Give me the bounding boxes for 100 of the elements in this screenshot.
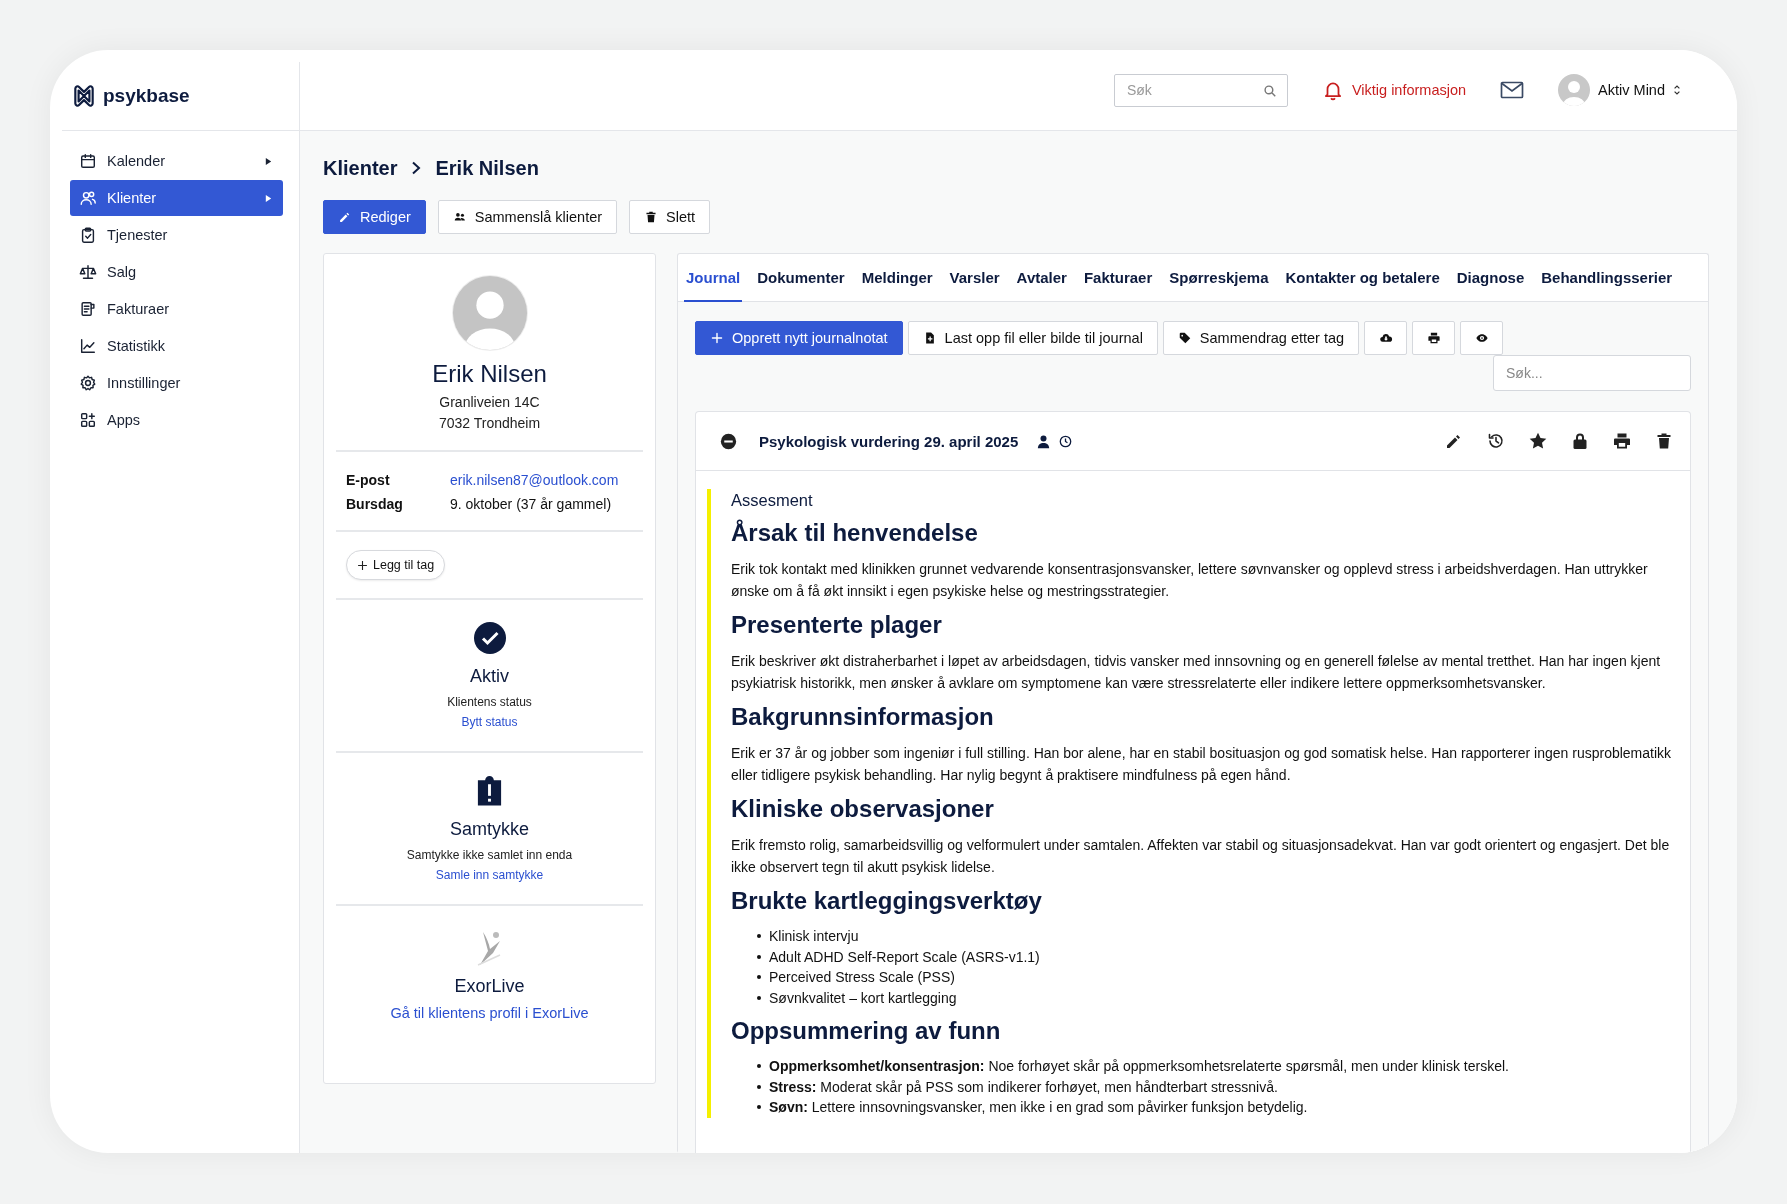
- user-menu[interactable]: Aktiv Mind: [1558, 74, 1681, 106]
- toolbar-button[interactable]: Sammendrag etter tag: [1162, 321, 1360, 355]
- tab[interactable]: Varsler: [947, 254, 1002, 302]
- invoice-icon: [79, 300, 97, 318]
- calendar-icon: [79, 152, 97, 170]
- tab[interactable]: Dokumenter: [755, 254, 847, 302]
- paragraph: Erik fremsto rolig, samarbeidsvillig og velformulert under samtalen. Affekten var stabil og situasjonsadekvat. Han var godt orientert og engasjert. Det ble ikke observert tegn til akutt psykisk lidelse.: [731, 836, 1671, 877]
- sidebar-item[interactable]: Apps: [70, 402, 283, 438]
- address-line: 7032 Trondheim: [438, 414, 541, 433]
- list-item: Adult ADHD Self-Report Scale (ASRS-v1.1): [769, 947, 1040, 967]
- sidebar-item[interactable]: Fakturaer: [70, 291, 283, 327]
- section-heading: Oppsummering av funn: [731, 1016, 1002, 1046]
- collapse-icon[interactable]: [720, 432, 737, 450]
- users-icon: [452, 210, 467, 224]
- clipboard-icon: [79, 226, 97, 244]
- action-button[interactable]: Slett: [629, 200, 711, 234]
- client-name: Erik Nilsen: [432, 360, 547, 388]
- search-icon: [1262, 83, 1277, 98]
- apps-icon: [79, 411, 97, 429]
- chevron-right-icon: [411, 161, 422, 175]
- print-button[interactable]: [1412, 321, 1456, 355]
- section-title: Aktiv: [470, 666, 509, 687]
- detail-label: Bursdag: [346, 496, 404, 512]
- section-link[interactable]: Samle inn samtykke: [435, 868, 544, 882]
- tab[interactable]: Spørreskjema: [1167, 254, 1271, 302]
- logo-icon: [71, 83, 97, 109]
- sidebar-item[interactable]: Innstillinger: [70, 365, 283, 401]
- print-icon: [1426, 331, 1441, 345]
- section-heading: Kliniske observasjoner: [731, 794, 995, 824]
- section-heading: Bakgrunnsinformasjon: [731, 702, 995, 732]
- list-item: Klinisk intervju: [769, 927, 859, 946]
- add-tag-button[interactable]: Legg til tag: [346, 550, 446, 580]
- logo-text[interactable]: psykbase: [103, 85, 190, 107]
- tab[interactable]: Behandlingsserier: [1539, 254, 1675, 302]
- check-circle-icon: [473, 622, 506, 654]
- star-icon[interactable]: [1528, 431, 1548, 451]
- eye-icon: [1474, 331, 1489, 345]
- clock-icon: [1059, 434, 1073, 448]
- breadcrumb-link[interactable]: Klienter: [323, 156, 398, 180]
- plus-icon: [710, 331, 724, 345]
- clipboard-alert-icon: [475, 775, 504, 807]
- breadcrumb-link[interactable]: Erik Nilsen: [435, 156, 539, 180]
- list-item: Søvn: Lettere innsovningsvansker, men ikke i en grad som påvirker funksjon betydelig.: [769, 1098, 1308, 1117]
- sidebar-item[interactable]: Klienter: [70, 180, 283, 216]
- list-item: Oppmerksomhet/konsentrasjon: Noe forhøyet skår på oppmerksomhetsrelaterte spørsmål, men under klinisk terskel.: [769, 1057, 1509, 1076]
- address-line: Granliveien 14C: [439, 393, 540, 412]
- plus-icon: [357, 559, 368, 571]
- bullet-icon: [757, 1064, 761, 1069]
- eye-button[interactable]: [1460, 321, 1504, 355]
- alert-link[interactable]: Viktig informasjon: [1321, 79, 1467, 101]
- bullet-icon: [757, 995, 761, 1000]
- scale-icon: [79, 263, 97, 281]
- section-title: Samtykke: [450, 819, 529, 840]
- entry-title: Psykologisk vurdering 29. april 2025: [759, 432, 1019, 450]
- bullet-icon: [757, 1084, 761, 1089]
- tab[interactable]: Diagnose: [1454, 254, 1527, 302]
- person-icon: [1036, 433, 1052, 449]
- sort-caret-icon: [1673, 84, 1681, 96]
- cloud-download-button[interactable]: [1364, 321, 1408, 355]
- trash-icon: [644, 210, 659, 224]
- journal-search-field[interactable]: Søk...: [1493, 355, 1691, 391]
- bullet-icon: [757, 954, 761, 959]
- sidebar-item[interactable]: Kalender: [70, 143, 283, 179]
- gear-icon: [79, 374, 97, 392]
- section-subtitle: Klientens status: [447, 695, 532, 709]
- section-heading: Årsak til henvendelse: [731, 518, 979, 548]
- tab[interactable]: Kontakter og betalere: [1283, 254, 1442, 302]
- mail-icon[interactable]: [1500, 80, 1525, 100]
- tab[interactable]: Avtaler: [1014, 254, 1069, 302]
- list-item: Perceived Stress Scale (PSS): [769, 968, 955, 987]
- detail-value: 9. oktober (37 år gammel): [450, 496, 612, 512]
- history-icon[interactable]: [1486, 431, 1506, 451]
- sidebar-item[interactable]: Statistikk: [70, 328, 283, 364]
- list-item: Stress: Moderat skår på PSS som indikerer forhøyet, men håndterbart stressnivå.: [769, 1077, 1278, 1097]
- email-link[interactable]: erik.nilsen87@outlook.com: [450, 472, 619, 488]
- cloud-download-icon: [1378, 331, 1393, 345]
- paragraph: Erik er 37 år og jobber som ingeniør i full stilling. Han bor alene, har en stabil bosituasjon og god somatisk helse. Han rapporterer ingen rusproblematikk eller tidligere psykisk behandling. Har nylig begynt å praktisere mindfulness på egen hånd.: [731, 744, 1673, 785]
- bullet-icon: [757, 1105, 761, 1110]
- chart-icon: [79, 337, 97, 355]
- toolbar-button[interactable]: Opprett nytt journalnotat: [695, 321, 903, 355]
- paragraph: Erik tok kontakt med klinikken grunnet vedvarende konsentrasjonsvansker, lettere søvnvansker og opplevd stress i arbeidshverdagen. Han uttrykker ønske om å få økt innsikt i egen psykiske helse og mestringsstrategier.: [731, 560, 1649, 601]
- tab[interactable]: Fakturaer: [1081, 254, 1155, 302]
- section-subtitle: Samtykke ikke samlet inn enda: [406, 848, 573, 862]
- section-heading: Brukte kartleggingsverktøy: [731, 886, 1043, 916]
- tab[interactable]: Meldinger: [859, 254, 935, 302]
- sidebar-item[interactable]: Tjenester: [70, 217, 283, 253]
- search-field[interactable]: Søk: [1113, 73, 1288, 107]
- entry-type: Assesment: [731, 490, 814, 510]
- toolbar-button[interactable]: Last opp fil eller bilde til journal: [907, 321, 1158, 355]
- sidebar-item[interactable]: Salg: [70, 254, 283, 290]
- section-title: ExorLive: [454, 976, 525, 997]
- pencil-icon: [338, 210, 352, 224]
- action-button[interactable]: Sammenslå klienter: [437, 200, 618, 234]
- print-icon[interactable]: [1612, 431, 1632, 451]
- section-link[interactable]: Gå til klientens profil i ExorLive: [390, 1005, 589, 1021]
- section-link[interactable]: Bytt status: [461, 715, 518, 729]
- users-icon: [79, 189, 97, 207]
- action-button[interactable]: Rediger: [323, 200, 426, 234]
- paragraph: Erik beskriver økt distraherbarhet i løpet av arbeidsdagen, tidvis vansker med innsovning og en generell følelse av mental tretthet. Han har ingen kjent psykiatrisk historikk, men ønsker å avklare om symptomene kan være stressrelaterte eller indikere lettere oppmerksomhetsvansker.: [731, 652, 1662, 693]
- bullet-icon: [757, 934, 761, 939]
